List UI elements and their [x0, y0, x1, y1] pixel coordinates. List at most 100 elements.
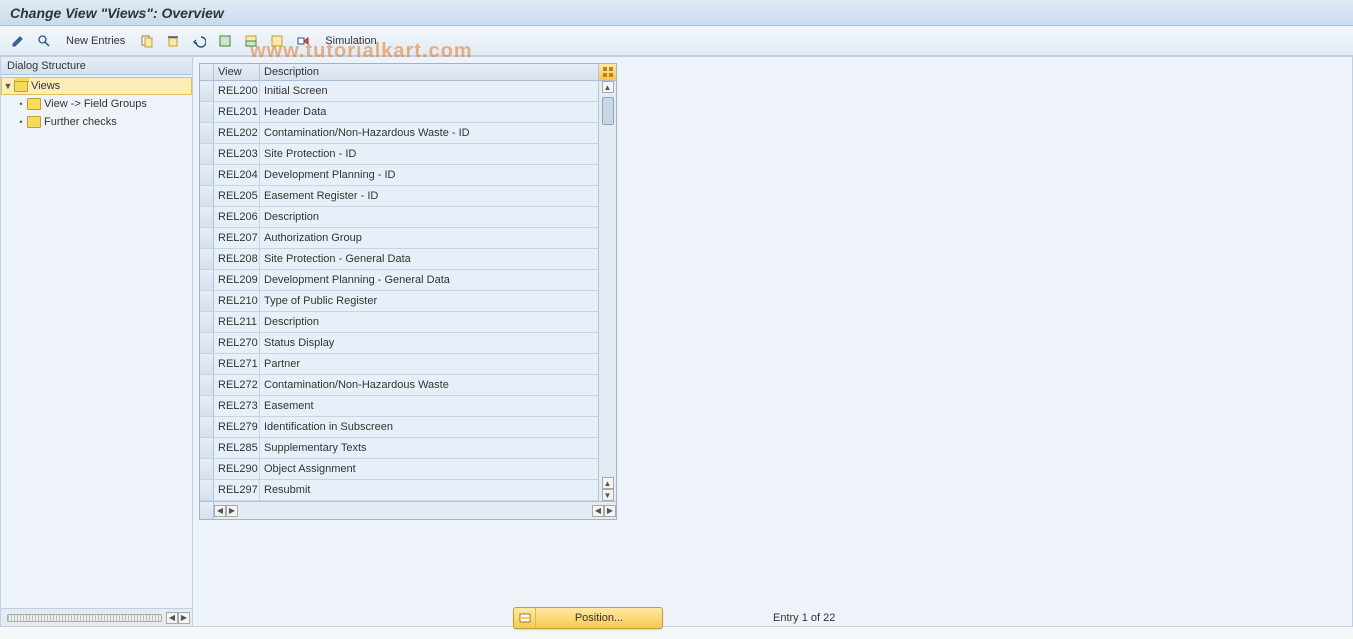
- change-display-toggle-icon[interactable]: [6, 30, 30, 52]
- table-settings-icon[interactable]: [598, 64, 616, 80]
- cell-description[interactable]: Description: [260, 207, 598, 227]
- cell-description[interactable]: Header Data: [260, 102, 598, 122]
- table-row[interactable]: REL208Site Protection - General Data: [200, 249, 598, 270]
- cell-description[interactable]: Authorization Group: [260, 228, 598, 248]
- dialog-structure-hscroll[interactable]: ◀ ▶: [1, 608, 192, 626]
- cell-description[interactable]: Status Display: [260, 333, 598, 353]
- row-selector[interactable]: [200, 123, 214, 143]
- row-selector[interactable]: [200, 81, 214, 101]
- row-selector[interactable]: [200, 480, 214, 500]
- cell-description[interactable]: Partner: [260, 354, 598, 374]
- row-selector[interactable]: [200, 333, 214, 353]
- cell-view[interactable]: REL211: [214, 312, 260, 332]
- row-selector[interactable]: [200, 228, 214, 248]
- row-selector[interactable]: [200, 270, 214, 290]
- table-row[interactable]: REL285Supplementary Texts: [200, 438, 598, 459]
- scrollbar-thumb[interactable]: [602, 97, 614, 125]
- table-row[interactable]: REL209Development Planning - General Dat…: [200, 270, 598, 291]
- table-row[interactable]: REL272Contamination/Non-Hazardous Waste: [200, 375, 598, 396]
- scrollbar-thumb[interactable]: [7, 614, 162, 622]
- cell-view[interactable]: REL204: [214, 165, 260, 185]
- cell-view[interactable]: REL203: [214, 144, 260, 164]
- row-selector[interactable]: [200, 375, 214, 395]
- copy-as-icon[interactable]: [135, 30, 159, 52]
- cell-description[interactable]: Development Planning - ID: [260, 165, 598, 185]
- cell-view[interactable]: REL201: [214, 102, 260, 122]
- cell-description[interactable]: Description: [260, 312, 598, 332]
- row-selector[interactable]: [200, 354, 214, 374]
- row-selector[interactable]: [200, 396, 214, 416]
- row-selector[interactable]: [200, 207, 214, 227]
- scroll-left-end-icon[interactable]: ◀: [592, 505, 604, 517]
- table-row[interactable]: REL200Initial Screen: [200, 81, 598, 102]
- cell-view[interactable]: REL210: [214, 291, 260, 311]
- column-header-description[interactable]: Description: [260, 64, 598, 80]
- table-row[interactable]: REL271Partner: [200, 354, 598, 375]
- row-selector-header[interactable]: [200, 64, 214, 80]
- select-block-icon[interactable]: [239, 30, 263, 52]
- row-selector[interactable]: [200, 144, 214, 164]
- scroll-right-end-icon[interactable]: ▶: [604, 505, 616, 517]
- tree-node-views[interactable]: ▼ Views: [1, 77, 192, 95]
- select-all-icon[interactable]: [213, 30, 237, 52]
- column-header-view[interactable]: View: [214, 64, 260, 80]
- cell-view[interactable]: REL202: [214, 123, 260, 143]
- cell-view[interactable]: REL285: [214, 438, 260, 458]
- cell-view[interactable]: REL206: [214, 207, 260, 227]
- scroll-left-icon[interactable]: ◀: [166, 612, 178, 624]
- cell-view[interactable]: REL205: [214, 186, 260, 206]
- table-row[interactable]: REL270Status Display: [200, 333, 598, 354]
- table-row[interactable]: REL204Development Planning - ID: [200, 165, 598, 186]
- scroll-left-icon[interactable]: ◀: [214, 505, 226, 517]
- cell-view[interactable]: REL273: [214, 396, 260, 416]
- table-row[interactable]: REL206Description: [200, 207, 598, 228]
- horizontal-scrollbar[interactable]: ◀ ▶ ◀ ▶: [200, 501, 616, 519]
- table-row[interactable]: REL205Easement Register - ID: [200, 186, 598, 207]
- cell-description[interactable]: Type of Public Register: [260, 291, 598, 311]
- table-row[interactable]: REL203Site Protection - ID: [200, 144, 598, 165]
- find-icon[interactable]: [32, 30, 56, 52]
- row-selector[interactable]: [200, 249, 214, 269]
- cell-description[interactable]: Supplementary Texts: [260, 438, 598, 458]
- cell-view[interactable]: REL207: [214, 228, 260, 248]
- row-selector[interactable]: [200, 291, 214, 311]
- cell-description[interactable]: Development Planning - General Data: [260, 270, 598, 290]
- configuration-icon[interactable]: [291, 30, 315, 52]
- scroll-right-icon[interactable]: ▶: [178, 612, 190, 624]
- cell-view[interactable]: REL208: [214, 249, 260, 269]
- cell-view[interactable]: REL270: [214, 333, 260, 353]
- position-button[interactable]: Position...: [513, 607, 663, 629]
- table-row[interactable]: REL201Header Data: [200, 102, 598, 123]
- scroll-up-icon[interactable]: ▲: [602, 81, 614, 93]
- scroll-up-step-icon[interactable]: ▲: [602, 477, 614, 489]
- table-row[interactable]: REL207Authorization Group: [200, 228, 598, 249]
- cell-description[interactable]: Site Protection - General Data: [260, 249, 598, 269]
- expand-toggle-icon[interactable]: ▼: [2, 81, 14, 91]
- cell-description[interactable]: Site Protection - ID: [260, 144, 598, 164]
- table-row[interactable]: REL290Object Assignment: [200, 459, 598, 480]
- row-selector[interactable]: [200, 186, 214, 206]
- table-row[interactable]: REL279Identification in Subscreen: [200, 417, 598, 438]
- row-selector[interactable]: [200, 165, 214, 185]
- cell-description[interactable]: Initial Screen: [260, 81, 598, 101]
- scroll-right-icon[interactable]: ▶: [226, 505, 238, 517]
- tree-node-view-field-groups[interactable]: • View -> Field Groups: [1, 95, 192, 113]
- undo-change-icon[interactable]: [187, 30, 211, 52]
- scrollbar-track[interactable]: [599, 93, 616, 477]
- deselect-all-icon[interactable]: [265, 30, 289, 52]
- table-row[interactable]: REL210Type of Public Register: [200, 291, 598, 312]
- row-selector[interactable]: [200, 417, 214, 437]
- cell-description[interactable]: Identification in Subscreen: [260, 417, 598, 437]
- cell-description[interactable]: Object Assignment: [260, 459, 598, 479]
- cell-view[interactable]: REL272: [214, 375, 260, 395]
- cell-view[interactable]: REL297: [214, 480, 260, 500]
- row-selector[interactable]: [200, 459, 214, 479]
- cell-description[interactable]: Easement Register - ID: [260, 186, 598, 206]
- cell-description[interactable]: Resubmit: [260, 480, 598, 500]
- new-entries-button[interactable]: New Entries: [58, 30, 133, 52]
- simulation-button[interactable]: Simulation: [317, 30, 384, 52]
- tree-node-further-checks[interactable]: • Further checks: [1, 113, 192, 131]
- row-selector[interactable]: [200, 438, 214, 458]
- table-row[interactable]: REL273Easement: [200, 396, 598, 417]
- cell-view[interactable]: REL271: [214, 354, 260, 374]
